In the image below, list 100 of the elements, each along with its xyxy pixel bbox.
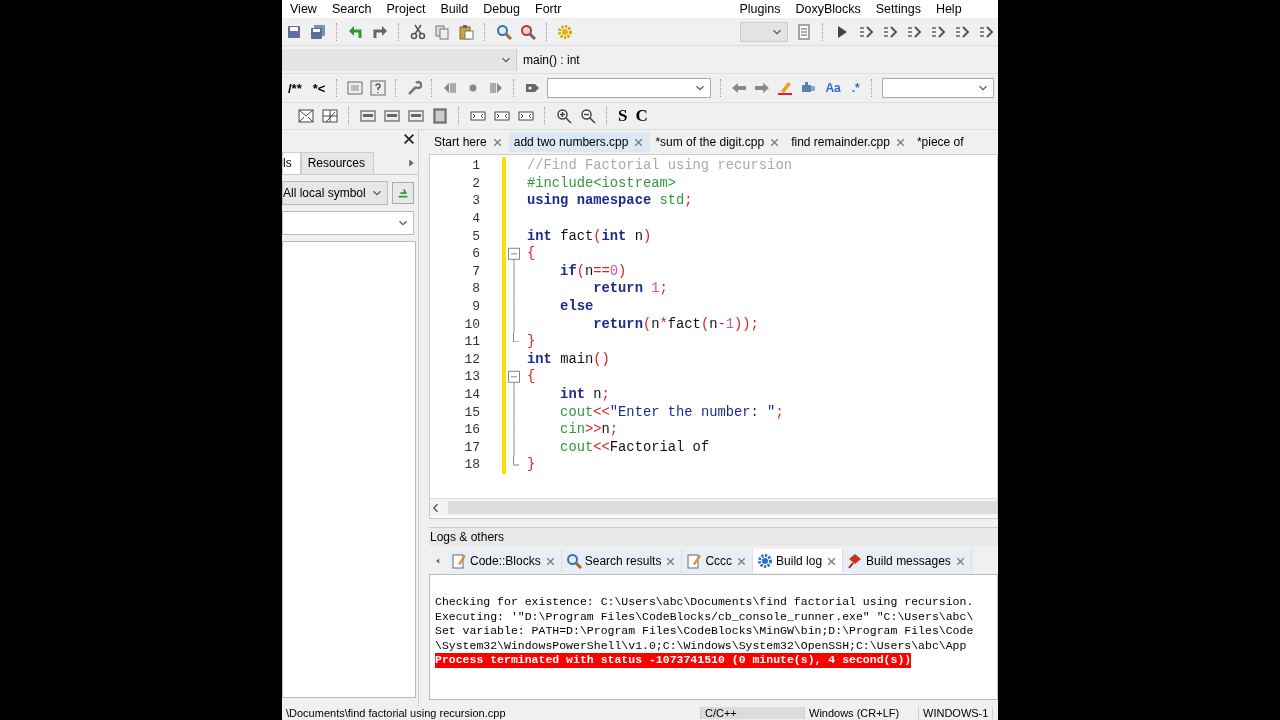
scissors-icon[interactable] [409,23,426,40]
option-button[interactable]: .* [849,81,862,95]
code-line: { [526,369,536,385]
zoom-out-icon[interactable] [580,108,596,124]
line-number: 15 [463,404,481,420]
log-tab[interactable]: Search results [561,549,683,573]
frame-icon[interactable] [494,108,510,124]
symbol-filter-dropdown[interactable]: All local symbol [282,181,388,205]
menu-item[interactable]: Plugins [737,2,787,16]
bookmark-previous-icon[interactable] [442,80,459,96]
menu-item[interactable]: Settings [873,2,927,16]
arrow-right-icon[interactable] [754,80,771,96]
code-line: //Find Factorial using recursion [526,158,792,174]
frame-icon[interactable] [518,108,534,124]
panel-icon[interactable] [384,108,400,124]
comment-button[interactable]: *< [310,80,328,96]
code-line: int n; [559,387,610,402]
style-button[interactable]: C [635,106,648,126]
menu-item[interactable]: Help [933,2,968,16]
menu-item[interactable]: Project [384,2,432,16]
code-line: cout<<"Enter the number: "; [559,404,784,420]
debug-step-icon[interactable] [930,23,946,40]
line-number: 9 [471,299,481,315]
log-tab[interactable]: Cccc [682,549,754,573]
log-line: \System32\WindowsPowerShell\v1.0;C:\Windows\System32\OpenSSH;C:\Users\abc\App [435,638,967,653]
bookmark-next-icon[interactable] [488,80,505,96]
line-number: 10 [463,316,481,332]
redo-icon[interactable] [371,23,388,40]
panel-icon[interactable] [408,108,424,124]
line-number: 7 [471,263,481,279]
menu-item[interactable]: Build [438,2,475,16]
code-line: else [559,299,594,315]
line-number: 1 [471,158,481,174]
floppy-stack-icon[interactable] [310,23,326,40]
line-number: 14 [463,387,481,402]
line-number: 12 [463,351,481,367]
code-line: cout<<Factorial of [559,439,710,455]
debug-step-icon[interactable] [882,23,898,40]
wrench-icon[interactable] [406,80,423,96]
search-icon [565,553,582,569]
language-label: C/C++ [701,707,805,719]
debug-step-icon[interactable] [906,23,922,40]
menu-item[interactable]: Search [329,2,378,16]
search-dropdown[interactable] [547,78,712,98]
search-dropdown[interactable] [881,78,994,98]
line-number: 16 [463,422,481,438]
editor-tab[interactable]: *sum of the digit.cpp [650,132,787,152]
arrow-left-icon[interactable] [731,80,748,96]
menu-item[interactable]: Debug [481,2,527,16]
debug-step-icon[interactable] [978,23,994,40]
line-number: 4 [471,211,481,227]
debug-step-icon[interactable] [858,23,874,40]
log-tab[interactable]: Build messages [843,549,972,573]
line-number: 5 [471,228,481,244]
editor-tab[interactable]: Start here [429,132,509,152]
editor-tab[interactable]: find remainder.cpp [786,132,912,152]
highlighter-icon[interactable] [777,80,794,96]
document-icon[interactable] [796,23,813,40]
log-tab[interactable]: Code::Blocks [447,549,562,573]
menu-item[interactable]: Fortr [533,2,568,16]
line-number: 13 [463,369,481,385]
option-button[interactable]: Aa [823,81,843,95]
pencil-note-icon [451,553,467,569]
log-line: Checking for existence: C:\Users\abc\Documents\find factorial using recursion. [435,595,974,610]
code-line: return 1; [592,281,668,297]
close-icon[interactable] [402,132,416,146]
code-line: { [526,246,536,262]
encoding-label: WINDOWS-1 [919,707,994,719]
search-icon[interactable] [495,23,512,40]
frame-icon[interactable] [470,108,486,124]
envelope-icon[interactable] [298,108,314,124]
gear-icon [757,553,774,569]
editor-tab[interactable]: add two numbers.cpp [508,132,651,152]
log-tab[interactable]: Build log [753,549,844,573]
clipboard-icon[interactable] [457,23,474,40]
question-icon[interactable] [370,80,387,96]
zoom-in-icon[interactable] [556,108,572,124]
menu-item[interactable]: DoxyBlocks [793,2,867,16]
fold-box-icon[interactable] [508,368,520,386]
floppy-icon[interactable] [286,23,302,40]
refresh-button[interactable] [392,182,414,204]
arrow-icon [396,186,410,200]
code-line: if(n==0) [559,263,627,279]
scrollbar-thumb[interactable] [448,501,997,514]
panel-tab[interactable]: Resources [300,152,375,174]
panel-tab[interactable]: ls [282,152,301,174]
editor-tab[interactable]: *piece of [911,132,969,152]
pencil-note-icon [686,553,703,569]
menu-item[interactable]: View [288,2,323,16]
code-line: int main() [526,351,610,367]
grid-icon[interactable] [322,108,338,124]
line-number: 2 [471,175,481,191]
code-line: int fact(int n) [526,228,652,244]
magnifier-icon[interactable] [519,23,536,40]
debug-step-icon[interactable] [954,23,970,40]
copy-icon[interactable] [433,23,450,40]
panel-icon[interactable] [432,108,448,124]
comment-button[interactable]: /** [286,80,304,96]
panel-icon[interactable] [360,108,376,124]
style-button[interactable]: S [618,106,628,126]
